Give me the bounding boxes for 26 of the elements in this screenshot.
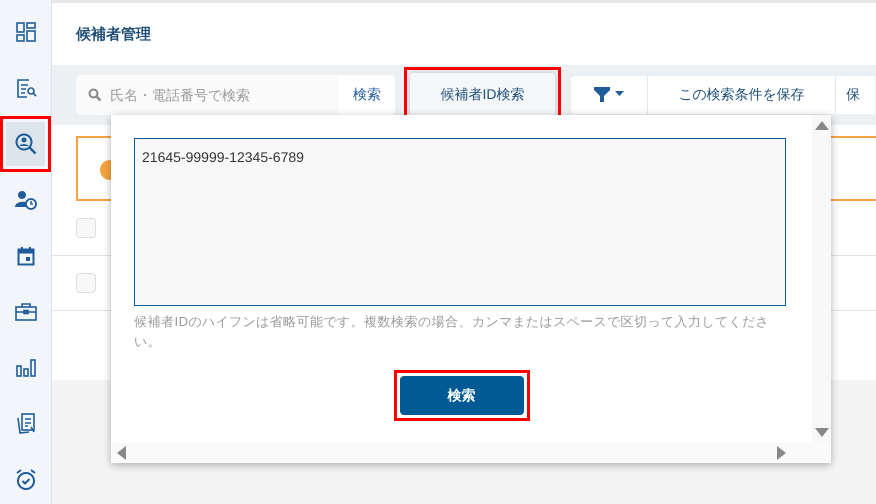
- scroll-left-icon[interactable]: [117, 446, 126, 460]
- person-search-icon: [14, 133, 36, 155]
- person-clock-icon: [14, 190, 36, 210]
- alarm-clock-icon: [14, 469, 36, 491]
- sidebar-item[interactable]: [6, 122, 45, 166]
- briefcase-icon: [14, 302, 36, 322]
- page-title: 候補者管理: [76, 24, 151, 44]
- id-input-field[interactable]: 21645-99999-12345-6789: [134, 138, 786, 306]
- popup-search-button[interactable]: 検索: [400, 376, 524, 415]
- row-checkbox[interactable]: [76, 218, 96, 238]
- scroll-up-icon[interactable]: [814, 121, 828, 130]
- row-checkbox[interactable]: [76, 273, 96, 293]
- scroll-right-icon[interactable]: [777, 446, 786, 460]
- calendar-icon: [16, 246, 34, 266]
- bar-chart-icon: [16, 359, 36, 377]
- dashboard-icon: [16, 22, 36, 42]
- search-button[interactable]: 検索: [339, 75, 395, 115]
- id-search-button[interactable]: 候補者ID検索: [410, 73, 555, 117]
- filter-icon: [594, 87, 624, 103]
- help-text: 候補者IDのハイフンは省略可能です。複数検索の場合、カンマまたはスペースで区切って入力してください。: [134, 313, 770, 351]
- search-icon: [88, 88, 102, 102]
- document-search-icon: [14, 77, 36, 99]
- documents-icon: [14, 413, 36, 435]
- search-input[interactable]: 氏名・電話番号で検索: [110, 76, 330, 114]
- search-field[interactable]: 氏名・電話番号で検索: [76, 75, 339, 115]
- scroll-down-icon[interactable]: [814, 428, 828, 437]
